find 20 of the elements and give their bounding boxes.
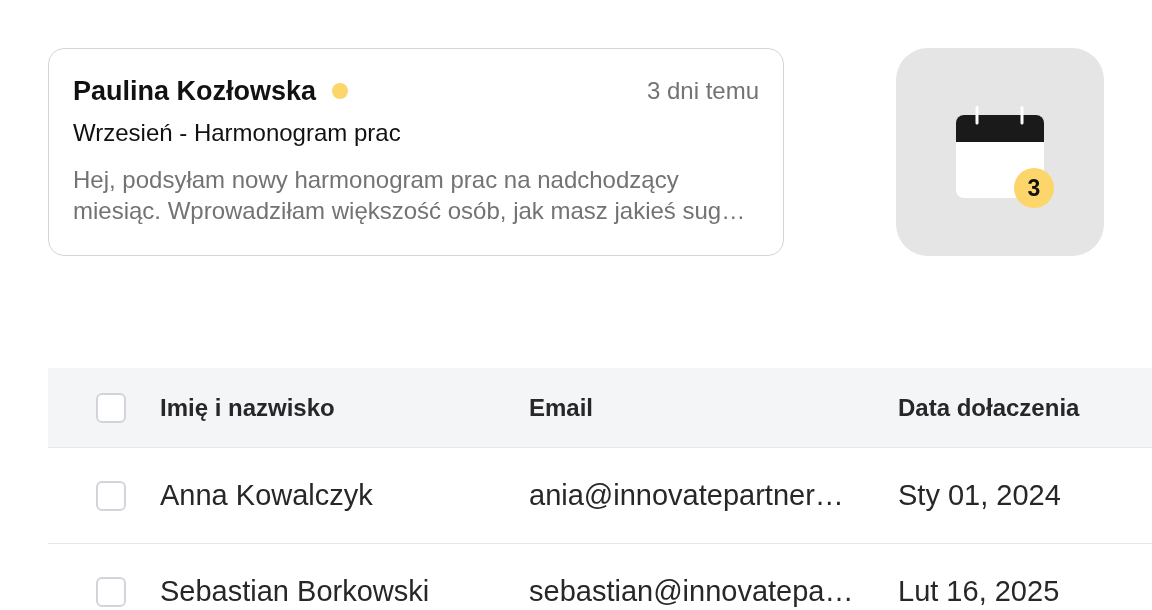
calendar-tile[interactable]: 3 (896, 48, 1104, 256)
column-header[interactable]: Data dołaczenia (898, 389, 1152, 426)
table-cell-text: sebastian@innovatepa… (529, 573, 855, 609)
message-time: 3 dni temu (646, 76, 759, 106)
sender-name: Paulina Kozłowska (73, 75, 317, 107)
table-cell-text: Sty 01, 2024 (898, 477, 1062, 513)
table-cell-text: Lut 16, 2025 (898, 573, 1061, 609)
calendar-icon (956, 106, 1044, 198)
column-header[interactable]: Email (529, 389, 898, 426)
column-header[interactable]: Imię i nazwisko (160, 389, 529, 426)
message-card[interactable]: Paulina Kozłowska 3 dni temu Wrzesień - Harmonogram prac Hej, podsyłam nowy harmonogram prac na nadchodzący miesiąc. Wprowadziłam większość osób, jak masz jakieś sug… (48, 48, 784, 256)
checkbox[interactable] (96, 392, 126, 423)
checkbox[interactable] (96, 480, 126, 511)
count-badge: 3 (1014, 168, 1054, 208)
message-subject: Wrzesień - Harmonogram prac (73, 119, 402, 147)
message-preview: Hej, podsyłam nowy harmonogram prac na nadchodzący miesiąc. Wprowadziłam większość osób, jak masz jakieś sug… (73, 165, 747, 226)
table-cell-text: ania@innovatepartner… (529, 477, 845, 513)
checkbox[interactable] (96, 576, 126, 607)
table-cell-text: Sebastian Borkowski (160, 573, 431, 609)
table-cell-text: Anna Kowalczyk (160, 477, 374, 513)
